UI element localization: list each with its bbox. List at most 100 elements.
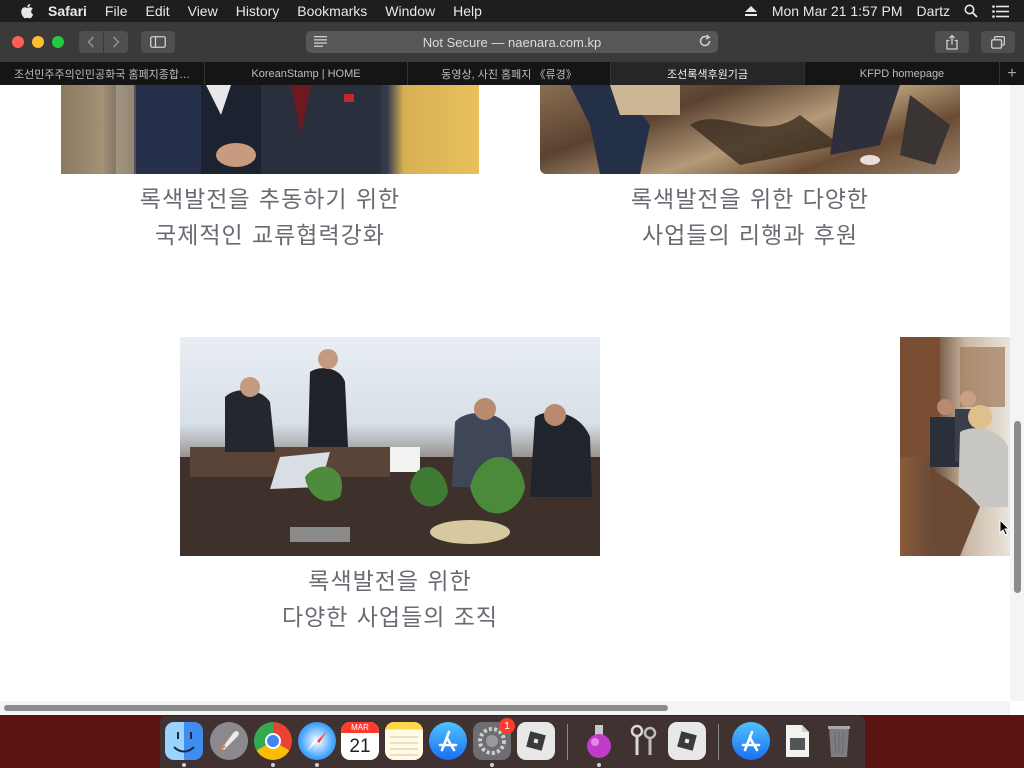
spotlight-search-icon[interactable] xyxy=(964,4,978,18)
back-button[interactable] xyxy=(79,31,103,53)
dock: MAR 21 1 xyxy=(160,716,865,768)
minimize-window-button[interactable] xyxy=(32,36,44,48)
share-button[interactable] xyxy=(935,31,969,53)
app-menu-safari[interactable]: Safari xyxy=(48,3,87,19)
photo-illustration xyxy=(900,337,1008,556)
tab-naenara-portal[interactable]: 조선민주주의인민공화국 홈페지종합… xyxy=(0,62,205,85)
share-icon xyxy=(946,34,958,50)
system-preferences-running-indicator xyxy=(490,763,494,767)
url-text: Not Secure — naenara.com.kp xyxy=(422,34,602,50)
menu-bar: Safari File Edit View History Bookmarks … xyxy=(0,0,1024,22)
trash-icon[interactable] xyxy=(820,722,858,760)
tab-label: 조선민주주의인민공화국 홈페지종합… xyxy=(14,68,190,81)
roblox-studio-icon[interactable] xyxy=(580,722,618,760)
plus-icon: + xyxy=(1007,64,1017,82)
roblox-logo-icon xyxy=(677,731,697,751)
roblox-icon[interactable] xyxy=(517,722,555,760)
safari-toolbar: Not Secure — naenara.com.kp xyxy=(0,22,1024,63)
menu-history[interactable]: History xyxy=(236,3,280,19)
photo-tree-planting[interactable] xyxy=(540,85,960,174)
zoom-window-button[interactable] xyxy=(52,36,64,48)
photo-meeting-partial[interactable] xyxy=(900,337,1010,556)
finder-face-icon xyxy=(173,732,195,753)
trash-can-icon xyxy=(828,726,850,757)
caption-line: 다양한 사업들의 조직 xyxy=(281,605,499,631)
caption-line: 록색발전을 위한 xyxy=(308,569,472,595)
rocket-icon xyxy=(220,731,239,750)
tab-label: KoreanStamp | HOME xyxy=(251,67,361,80)
address-bar[interactable]: Not Secure — naenara.com.kp xyxy=(306,31,718,53)
finder-icon[interactable] xyxy=(165,722,203,760)
chrome-running-indicator xyxy=(271,763,275,767)
app-store-a-icon xyxy=(741,730,761,752)
finder-running-indicator xyxy=(182,763,186,767)
notification-center-icon[interactable] xyxy=(992,4,1010,18)
calendar-month: MAR xyxy=(341,722,379,733)
photo-international-exchange[interactable] xyxy=(61,85,479,174)
horizontal-scrollbar-thumb[interactable] xyxy=(4,705,668,711)
app-store-icon[interactable] xyxy=(429,722,467,760)
launchpad-icon[interactable] xyxy=(210,722,248,760)
photo-illustration xyxy=(180,349,600,556)
preview-file-icon[interactable] xyxy=(778,722,816,760)
caption-line: 록색발전을 위한 다양한 xyxy=(630,187,870,213)
chevron-right-icon xyxy=(112,36,120,48)
reader-view-icon[interactable] xyxy=(314,36,327,47)
close-window-button[interactable] xyxy=(12,36,24,48)
menu-view[interactable]: View xyxy=(188,3,218,19)
flask-icon xyxy=(587,725,611,758)
photo-illustration xyxy=(570,85,950,174)
mouse-cursor-icon xyxy=(999,519,1010,536)
app-store-a-icon xyxy=(438,730,458,752)
web-content: 록색발전을 추동하기 위한 국제적인 교류협력강화 록색발전을 위한 다양한 사… xyxy=(0,85,1024,715)
menu-bookmarks[interactable]: Bookmarks xyxy=(297,3,367,19)
sidebar-icon xyxy=(150,36,166,48)
safari-running-indicator xyxy=(315,763,319,767)
calendar-day: 21 xyxy=(349,736,371,757)
menubar-clock[interactable]: Mon Mar 21 1:57 PM xyxy=(772,3,903,19)
caption-line: 록색발전을 추동하기 위한 xyxy=(139,187,401,213)
caption-line: 사업들의 리행과 후원 xyxy=(641,223,859,249)
notification-badge: 1 xyxy=(499,718,515,734)
menu-edit[interactable]: Edit xyxy=(145,3,169,19)
dock-separator xyxy=(718,724,719,760)
roblox-app-icon[interactable] xyxy=(668,722,706,760)
keys-icon xyxy=(630,724,657,755)
roblox-studio-running-indicator xyxy=(597,763,601,767)
menu-window[interactable]: Window xyxy=(385,3,435,19)
caption-project-support: 록색발전을 위한 다양한 사업들의 리행과 후원 xyxy=(540,182,960,254)
apple-menu-icon[interactable] xyxy=(20,3,34,19)
tabs-overview-icon xyxy=(991,35,1005,49)
new-tab-button[interactable]: + xyxy=(1000,62,1024,85)
document-icon xyxy=(786,725,809,757)
keychain-access-icon[interactable] xyxy=(624,722,662,760)
notes-icon[interactable] xyxy=(385,722,423,760)
tab-label: KFPD homepage xyxy=(859,67,945,80)
tab-green-fund[interactable]: 조선록색후원기금 xyxy=(611,62,805,85)
tab-koreanstamp[interactable]: KoreanStamp | HOME xyxy=(205,62,408,85)
caption-line: 국제적인 교류협력강화 xyxy=(155,223,385,249)
vertical-scrollbar-thumb[interactable] xyxy=(1014,421,1021,593)
safari-icon[interactable] xyxy=(298,722,336,760)
show-all-tabs-button[interactable] xyxy=(981,31,1015,53)
app-store-downloads-icon[interactable] xyxy=(732,722,770,760)
tab-label: 동영상, 사진 홈페지 《류경》 xyxy=(441,68,577,81)
menu-help[interactable]: Help xyxy=(453,3,482,19)
reload-icon[interactable] xyxy=(698,34,712,48)
eject-icon[interactable] xyxy=(744,5,758,17)
roblox-logo-icon xyxy=(526,731,546,751)
menubar-user[interactable]: Dartz xyxy=(917,3,950,19)
sidebar-toggle-button[interactable] xyxy=(141,31,175,53)
chrome-icon[interactable] xyxy=(254,722,292,760)
tab-ryugyong[interactable]: 동영상, 사진 홈페지 《류경》 xyxy=(408,62,611,85)
forward-button[interactable] xyxy=(104,31,128,53)
tab-kfpd[interactable]: KFPD homepage xyxy=(805,62,1000,85)
caption-international-exchange: 록색발전을 추동하기 위한 국제적인 교류협력강화 xyxy=(61,182,479,254)
caption-project-organization: 록색발전을 위한 다양한 사업들의 조직 xyxy=(180,564,600,636)
menu-file[interactable]: File xyxy=(105,3,128,19)
vertical-scrollbar[interactable] xyxy=(1010,85,1024,701)
horizontal-scrollbar[interactable] xyxy=(0,701,1010,715)
notes-lines-icon xyxy=(390,736,418,756)
calendar-icon[interactable]: MAR 21 xyxy=(341,722,379,760)
photo-office-organization[interactable] xyxy=(180,337,600,556)
